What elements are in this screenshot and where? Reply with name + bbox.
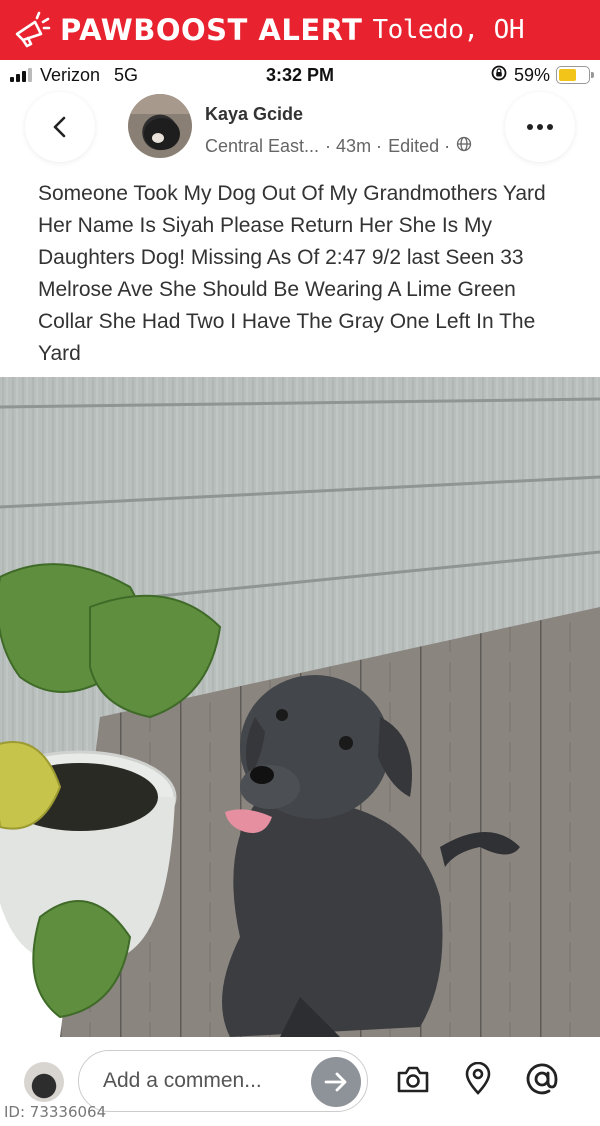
comment-input[interactable]: Add a commen... <box>78 1050 368 1112</box>
post-header: Kaya Gcide Central East... · 43m · Edite… <box>0 90 600 170</box>
orientation-lock-icon <box>490 64 508 87</box>
alert-banner: PAWBOOST ALERT Toledo, OH <box>0 0 600 60</box>
chevron-left-icon <box>53 116 66 138</box>
globe-icon <box>456 136 472 157</box>
author-name[interactable]: Kaya Gcide <box>205 104 303 125</box>
post-age: · 43m · <box>325 136 383 156</box>
status-right: 59% <box>490 64 594 87</box>
group-name[interactable]: Central East... <box>205 136 319 157</box>
alert-location: Toledo, OH <box>372 15 524 45</box>
dog-photo[interactable] <box>0 377 600 1037</box>
send-button[interactable] <box>311 1057 361 1107</box>
battery-icon <box>556 66 594 84</box>
ellipsis-icon <box>527 124 553 130</box>
megaphone-icon <box>8 7 54 53</box>
comment-placeholder: Add a commen... <box>103 1069 262 1092</box>
camera-icon[interactable] <box>393 1059 433 1099</box>
author-avatar[interactable] <box>128 94 192 158</box>
arrow-right-icon <box>324 1072 347 1092</box>
location-pin-icon[interactable] <box>458 1059 498 1099</box>
current-user-avatar[interactable] <box>24 1062 64 1102</box>
post-meta: Central East... · 43m · Edited · <box>205 136 472 157</box>
alert-brand: PAWBOOST ALERT <box>60 13 363 47</box>
back-button[interactable] <box>25 92 95 162</box>
status-bar: Verizon 5G 3:32 PM 59% <box>0 60 600 90</box>
edited-label: Edited · <box>388 136 451 156</box>
more-options-button[interactable] <box>505 92 575 162</box>
listing-id: ID: 73336064 <box>4 1103 107 1121</box>
at-sign-icon[interactable] <box>522 1059 562 1099</box>
battery-percent: 59% <box>513 64 550 85</box>
post-text: Someone Took My Dog Out Of My Grandmothe… <box>38 182 546 365</box>
